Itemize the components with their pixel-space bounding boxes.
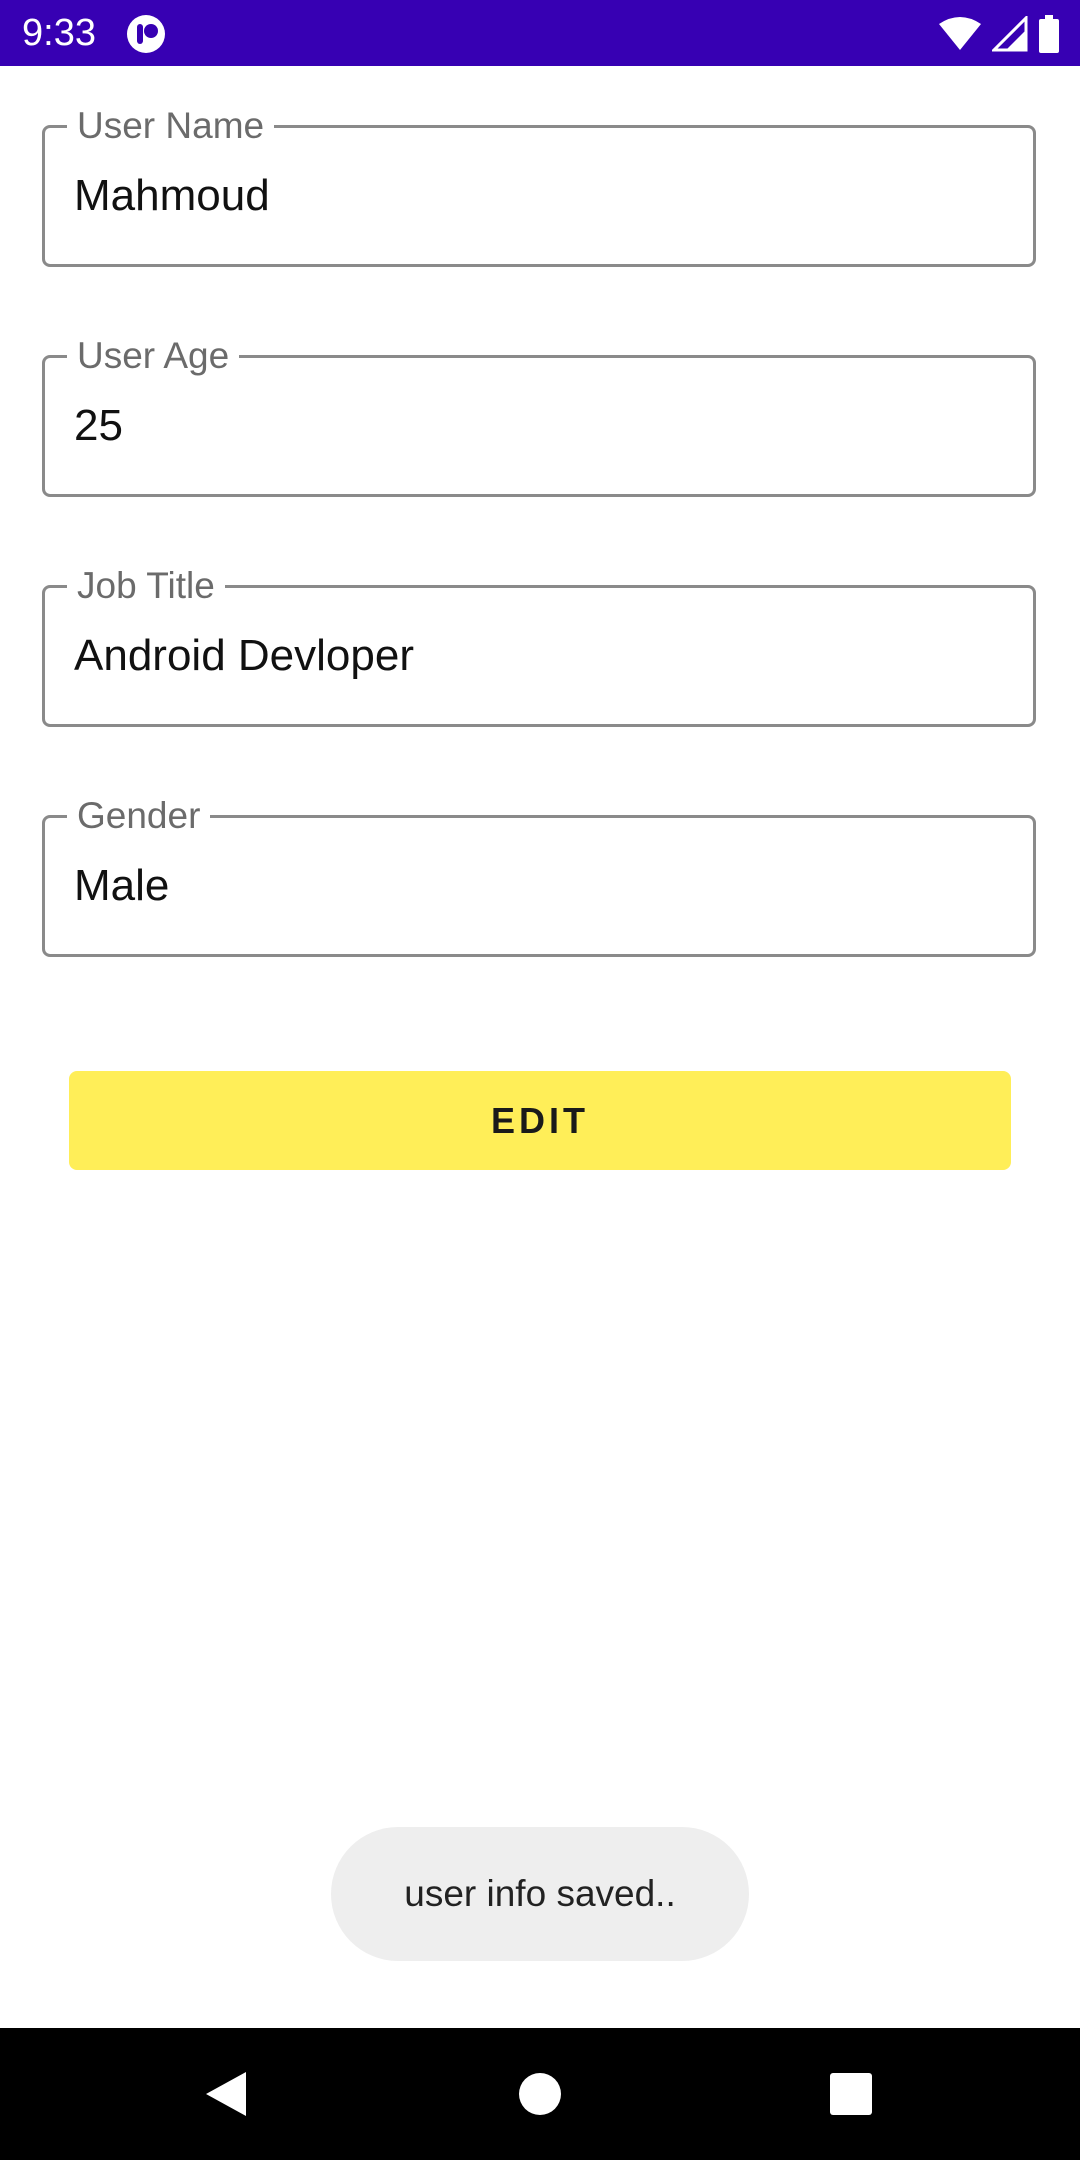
wifi-icon (938, 16, 982, 52)
status-bar: 9:33 (0, 0, 1080, 66)
gender-field[interactable]: Gender Male (42, 794, 1036, 957)
status-time: 9:33 (22, 12, 96, 54)
toast-message: user info saved.. (331, 1827, 749, 1961)
navigation-bar (0, 2028, 1080, 2160)
user-name-field[interactable]: User Name Mahmoud (42, 104, 1036, 267)
status-icons (938, 14, 1060, 54)
signal-icon (992, 16, 1028, 52)
battery-icon (1038, 15, 1060, 53)
edit-button[interactable]: EDIT (69, 1071, 1011, 1170)
user-age-field[interactable]: User Age 25 (42, 334, 1036, 497)
user-age-value: 25 (74, 401, 123, 450)
app-notification-icon (126, 14, 166, 54)
gender-value: Male (74, 861, 170, 910)
user-name-value: Mahmoud (74, 171, 270, 220)
job-title-field[interactable]: Job Title Android Devloper (42, 564, 1036, 727)
home-icon[interactable] (512, 2066, 568, 2122)
recents-icon[interactable] (823, 2066, 879, 2122)
job-title-value: Android Devloper (74, 631, 414, 680)
back-icon[interactable] (198, 2066, 254, 2122)
